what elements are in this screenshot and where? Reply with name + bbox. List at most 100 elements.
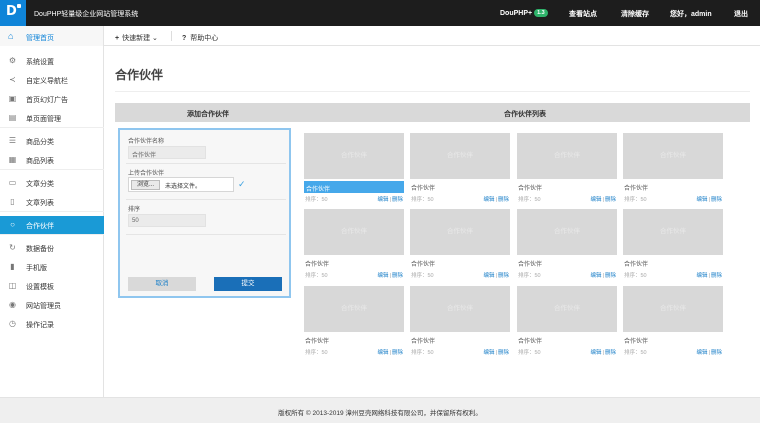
edit-link[interactable]: 编辑 <box>378 350 389 356</box>
home-tab-label: 管理首页 <box>26 35 54 42</box>
partner-image[interactable]: 合作伙伴 <box>410 286 510 332</box>
partner-image[interactable]: 合作伙伴 <box>410 133 510 179</box>
sidebar-divider <box>0 169 104 170</box>
partner-sort: 排序：50 <box>411 350 434 356</box>
sidebar-item[interactable]: ◷ 操作记录 <box>0 315 104 333</box>
edit-link[interactable]: 编辑 <box>591 197 602 203</box>
partner-image[interactable]: 合作伙伴 <box>304 133 404 179</box>
partner-card[interactable]: 合作伙伴 合作伙伴 排序：50 编辑|删除 <box>623 286 723 360</box>
submit-button[interactable]: 提交 <box>214 277 282 291</box>
sidebar-item[interactable]: ▦ 商品列表 <box>0 151 104 169</box>
partner-sort: 排序：50 <box>305 197 328 203</box>
delete-link[interactable]: 删除 <box>711 273 722 279</box>
sidebar-divider <box>0 234 104 235</box>
quick-new-menu[interactable]: + 快速新建 ⌄ <box>115 33 158 43</box>
view-site-link[interactable]: 查看站点 <box>569 9 597 19</box>
partner-sort: 排序：50 <box>305 273 328 279</box>
sidebar-item[interactable]: ☰ 商品分类 <box>0 132 104 150</box>
cancel-button[interactable]: 取消 <box>128 277 196 291</box>
brand-link[interactable]: DouPHP+ 1.3 <box>500 9 548 17</box>
sidebar-item[interactable]: ○ 合作伙伴 <box>0 216 104 234</box>
card-actions: 编辑|删除 <box>591 271 616 279</box>
home-icon: ⌂ <box>8 31 14 41</box>
delete-link[interactable]: 删除 <box>711 350 722 356</box>
partner-card[interactable]: 合作伙伴 合作伙伴 排序：50 编辑|删除 <box>410 286 510 360</box>
partner-image[interactable]: 合作伙伴 <box>623 209 723 255</box>
edit-link[interactable]: 编辑 <box>591 273 602 279</box>
edit-link[interactable]: 编辑 <box>697 197 708 203</box>
partner-card[interactable]: 合作伙伴 合作伙伴 排序：50 编辑|删除 <box>304 133 404 207</box>
edit-link[interactable]: 编辑 <box>697 273 708 279</box>
edit-link[interactable]: 编辑 <box>697 350 708 356</box>
partner-image[interactable]: 合作伙伴 <box>623 133 723 179</box>
delete-link[interactable]: 删除 <box>392 273 403 279</box>
delete-link[interactable]: 删除 <box>605 197 616 203</box>
edit-link[interactable]: 编辑 <box>484 273 495 279</box>
partner-card[interactable]: 合作伙伴 合作伙伴 排序：50 编辑|删除 <box>304 209 404 283</box>
edit-link[interactable]: 编辑 <box>378 197 389 203</box>
partner-image[interactable]: 合作伙伴 <box>623 286 723 332</box>
partner-card[interactable]: 合作伙伴 合作伙伴 排序：50 编辑|删除 <box>410 209 510 283</box>
delete-link[interactable]: 删除 <box>392 197 403 203</box>
edit-link[interactable]: 编辑 <box>378 273 389 279</box>
home-tab[interactable]: ⌂ 管理首页 <box>0 26 104 46</box>
partner-card[interactable]: 合作伙伴 合作伙伴 排序：50 编辑|删除 <box>517 209 617 283</box>
edit-link[interactable]: 编辑 <box>484 350 495 356</box>
partner-card[interactable]: 合作伙伴 合作伙伴 排序：50 编辑|删除 <box>517 133 617 207</box>
page-title: 合作伙伴 <box>115 68 164 82</box>
delete-link[interactable]: 删除 <box>498 197 509 203</box>
grid-icon: ▦ <box>8 155 17 164</box>
sidebar-item-label: 操作记录 <box>26 322 54 329</box>
sidebar-item[interactable]: ◉ 网站管理员 <box>0 296 104 314</box>
edit-link[interactable]: 编辑 <box>591 350 602 356</box>
sidebar-item-label: 自定义导航栏 <box>26 78 68 85</box>
help-center-link[interactable]: ? 帮助中心 <box>182 33 218 43</box>
sidebar-item[interactable]: ▮ 手机版 <box>0 258 104 276</box>
sidebar-item[interactable]: ⚙ 系统设置 <box>0 52 104 70</box>
partner-image[interactable]: 合作伙伴 <box>517 133 617 179</box>
name-input[interactable]: 合作伙伴 <box>128 146 206 159</box>
delete-link[interactable]: 删除 <box>711 197 722 203</box>
delete-link[interactable]: 删除 <box>392 350 403 356</box>
sort-input[interactable]: 50 <box>128 214 206 227</box>
delete-link[interactable]: 删除 <box>605 350 616 356</box>
sidebar-item[interactable]: ▯ 文章列表 <box>0 193 104 211</box>
add-partner-header-label: 添加合作伙伴 <box>187 111 229 118</box>
partner-card[interactable]: 合作伙伴 合作伙伴 排序：50 编辑|删除 <box>304 286 404 360</box>
partner-image[interactable]: 合作伙伴 <box>517 209 617 255</box>
delete-link[interactable]: 删除 <box>605 273 616 279</box>
edit-link[interactable]: 编辑 <box>484 197 495 203</box>
partner-name: 合作伙伴 <box>624 262 649 268</box>
partner-card[interactable]: 合作伙伴 合作伙伴 排序：50 编辑|删除 <box>623 133 723 207</box>
sidebar-item[interactable]: ▣ 首页幻灯广告 <box>0 90 104 108</box>
logo[interactable]: D <box>0 0 26 26</box>
partner-image[interactable]: 合作伙伴 <box>410 209 510 255</box>
sidebar-item[interactable]: ▭ 文章分类 <box>0 174 104 192</box>
main-content: 合作伙伴 添加合作伙伴 合作伙伴列表 合作伙伴名称 合作伙伴 上传合作伙伴 浏览… <box>104 46 760 397</box>
clear-cache-link[interactable]: 清除缓存 <box>621 9 649 19</box>
plus-icon: + <box>115 35 120 42</box>
file-input[interactable]: 浏览... 未选择文件。 <box>128 177 234 192</box>
question-icon: ? <box>182 35 187 42</box>
clock-icon: ◷ <box>9 319 16 328</box>
user-greeting[interactable]: 您好，admin <box>670 9 712 19</box>
browse-button[interactable]: 浏览... <box>131 180 161 190</box>
partner-card[interactable]: 合作伙伴 合作伙伴 排序：50 编辑|删除 <box>410 133 510 207</box>
card-actions: 编辑|删除 <box>697 271 722 279</box>
sidebar-item[interactable]: ▤ 单页面管理 <box>0 109 104 127</box>
partner-image[interactable]: 合作伙伴 <box>304 209 404 255</box>
action-separator: | <box>602 350 604 356</box>
check-icon: ✓ <box>238 179 246 189</box>
partner-image[interactable]: 合作伙伴 <box>517 286 617 332</box>
partner-image[interactable]: 合作伙伴 <box>304 286 404 332</box>
quick-new-label: 快速新建 <box>122 35 151 42</box>
delete-link[interactable]: 删除 <box>498 350 509 356</box>
delete-link[interactable]: 删除 <box>498 273 509 279</box>
partner-card[interactable]: 合作伙伴 合作伙伴 排序：50 编辑|删除 <box>517 286 617 360</box>
sidebar-item[interactable]: ≺ 自定义导航栏 <box>0 71 104 89</box>
partner-name: 合作伙伴 <box>518 339 543 345</box>
sidebar-item[interactable]: ↻ 数据备份 <box>0 239 104 257</box>
sidebar-item[interactable]: ◫ 设置模板 <box>0 277 104 295</box>
logout-link[interactable]: 退出 <box>734 9 748 19</box>
partner-card[interactable]: 合作伙伴 合作伙伴 排序：50 编辑|删除 <box>623 209 723 283</box>
